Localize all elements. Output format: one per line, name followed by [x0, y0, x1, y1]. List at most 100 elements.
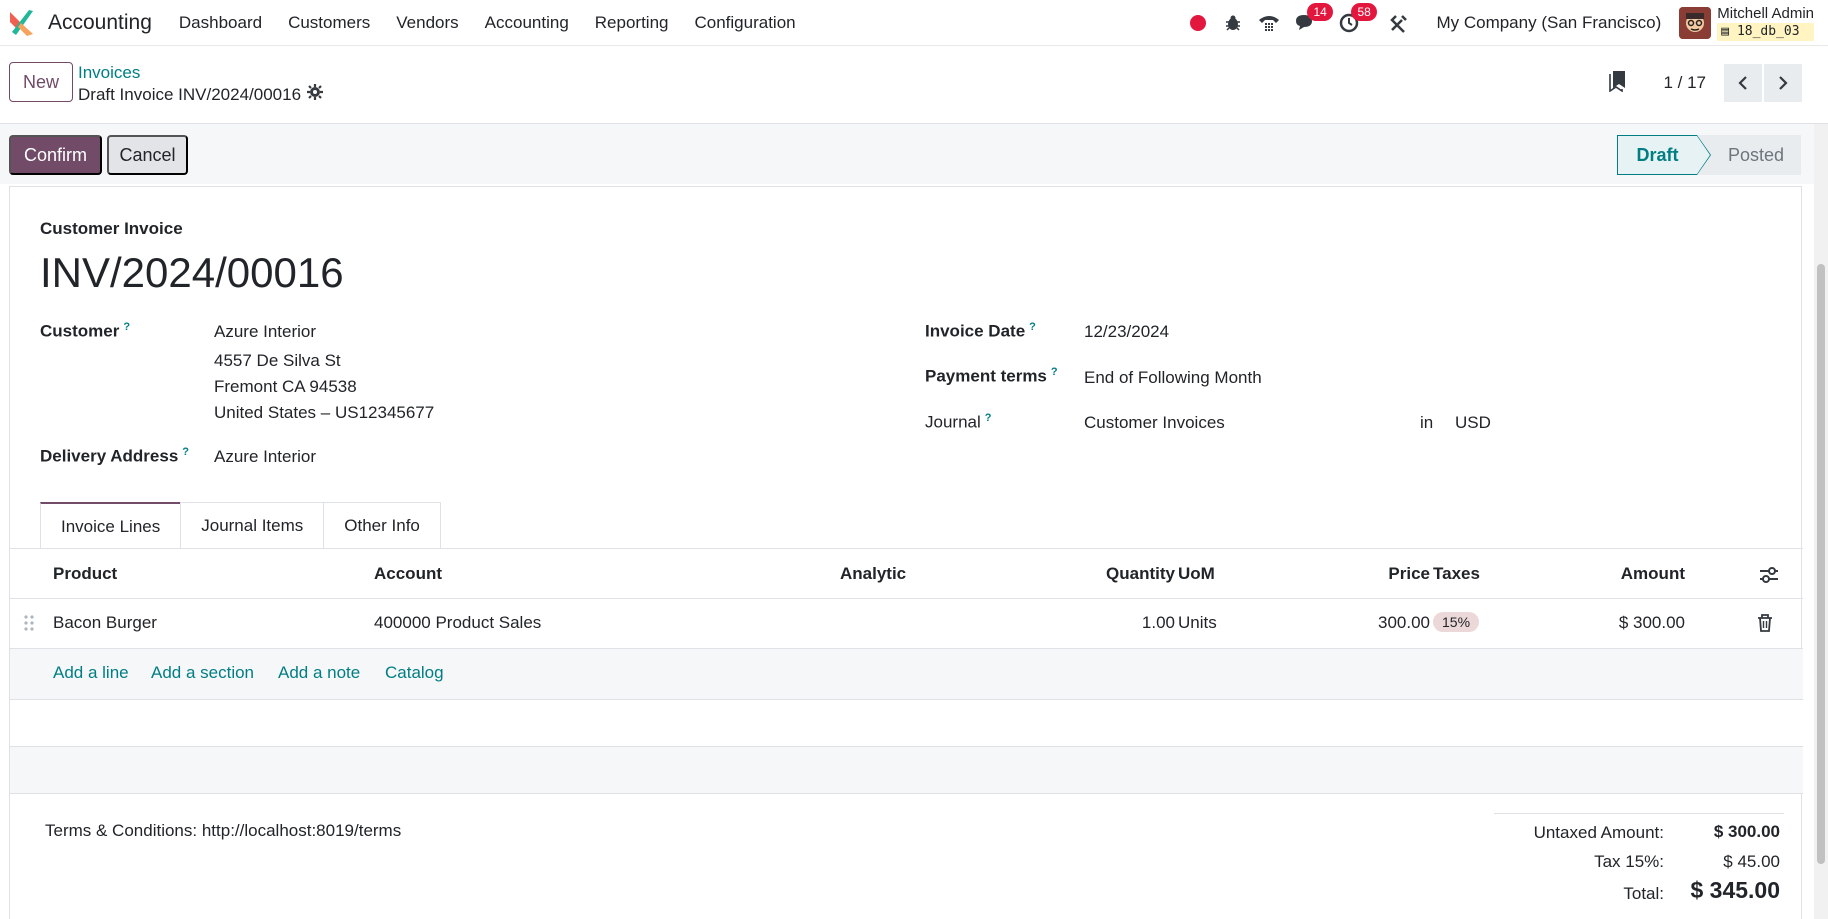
- tools-icon[interactable]: [1388, 12, 1410, 34]
- pager-previous-button[interactable]: [1724, 64, 1762, 102]
- untaxed-amount-value: $ 300.00: [1713, 822, 1780, 841]
- total-value: $ 345.00: [1690, 877, 1780, 903]
- menu-accounting[interactable]: Accounting: [472, 13, 582, 33]
- column-price[interactable]: Price: [1330, 564, 1430, 584]
- column-taxes[interactable]: Taxes: [1433, 564, 1480, 584]
- chevron-left-icon: [1738, 76, 1747, 90]
- pager-value[interactable]: 1 / 17: [1663, 73, 1706, 93]
- delivery-address-field[interactable]: Azure Interior: [214, 447, 316, 467]
- debug-bug-icon[interactable]: [1222, 12, 1244, 34]
- cell-quantity[interactable]: 1.00: [1090, 613, 1175, 633]
- column-uom[interactable]: UoM: [1178, 564, 1215, 584]
- status-posted-label: Posted: [1727, 144, 1785, 165]
- help-icon[interactable]: ?: [182, 446, 189, 458]
- column-quantity[interactable]: Quantity: [1090, 564, 1175, 584]
- status-posted[interactable]: Posted: [1697, 135, 1801, 175]
- cell-account[interactable]: 400000 Product Sales: [374, 613, 541, 633]
- currency-field[interactable]: USD: [1455, 413, 1491, 433]
- untaxed-amount-label: Untaxed Amount:: [1533, 823, 1664, 842]
- status-draft-label: Draft: [1636, 144, 1679, 165]
- customer-address-line: Fremont CA 94538: [214, 377, 357, 396]
- cancel-button[interactable]: Cancel: [107, 135, 188, 175]
- help-icon[interactable]: ?: [985, 412, 992, 424]
- cell-uom[interactable]: Units: [1178, 613, 1217, 633]
- chat-icon[interactable]: 14: [1294, 3, 1333, 34]
- database-icon: ▤: [1721, 24, 1730, 39]
- form-action-bar: Confirm Cancel Draft Posted: [0, 124, 1828, 184]
- activity-clock-icon[interactable]: 58: [1338, 3, 1377, 34]
- menu-vendors[interactable]: Vendors: [383, 13, 471, 33]
- menu-configuration[interactable]: Configuration: [682, 13, 809, 33]
- journal-label: Journal?: [925, 412, 992, 433]
- user-name: Mitchell Admin: [1717, 5, 1814, 22]
- empty-row: [10, 699, 1803, 746]
- breadcrumb-invoices[interactable]: Invoices: [78, 63, 140, 83]
- cell-product[interactable]: Bacon Burger: [53, 613, 157, 633]
- help-icon[interactable]: ?: [1029, 321, 1036, 333]
- add-line-link[interactable]: Add a line: [53, 663, 129, 683]
- control-panel: New Invoices Draft Invoice INV/2024/0001…: [0, 46, 1828, 124]
- help-icon[interactable]: ?: [1051, 366, 1058, 378]
- add-note-link[interactable]: Add a note: [278, 663, 360, 683]
- cell-price[interactable]: 300.00: [1330, 613, 1430, 633]
- top-navbar: Accounting Dashboard Customers Vendors A…: [0, 0, 1828, 46]
- invoice-date-field[interactable]: 12/23/2024: [1084, 322, 1169, 342]
- confirm-button[interactable]: Confirm: [9, 135, 102, 175]
- help-icon[interactable]: ?: [123, 321, 130, 333]
- journal-label-text: Journal: [925, 412, 981, 432]
- recording-indicator-icon[interactable]: [1190, 15, 1207, 31]
- trash-icon[interactable]: [1757, 614, 1773, 637]
- user-avatar[interactable]: [1679, 7, 1712, 39]
- journal-in-text: in: [1420, 413, 1434, 432]
- table-bottom-divider: [10, 793, 1803, 794]
- drag-handle-icon[interactable]: [24, 614, 34, 637]
- new-button[interactable]: New: [9, 62, 73, 102]
- menu-reporting[interactable]: Reporting: [582, 13, 682, 33]
- customer-label: Customer?: [40, 321, 130, 342]
- journal-field[interactable]: Customer Invoices: [1084, 413, 1225, 433]
- tab-journal-items[interactable]: Journal Items: [180, 502, 325, 549]
- column-product[interactable]: Product: [53, 564, 117, 584]
- menu-customers[interactable]: Customers: [275, 13, 383, 33]
- page-scrollbar[interactable]: [1814, 124, 1828, 919]
- column-analytic[interactable]: Analytic: [840, 564, 906, 584]
- table-header-divider: [10, 598, 1803, 599]
- optional-columns-icon[interactable]: [1759, 566, 1779, 589]
- tax-badge[interactable]: 15%: [1433, 612, 1480, 632]
- tax-value: $ 45.00: [1723, 852, 1780, 871]
- bookmarks-icon[interactable]: [1609, 70, 1627, 97]
- scrollbar-thumb[interactable]: [1817, 264, 1825, 864]
- catalog-link[interactable]: Catalog: [385, 663, 444, 683]
- user-menu[interactable]: Mitchell Admin ▤ 18_db_03: [1717, 5, 1814, 41]
- chat-count-badge: 14: [1307, 3, 1333, 21]
- database-name: ▤ 18_db_03: [1717, 23, 1814, 41]
- form-tabs: Invoice Lines Journal Items Other Info: [40, 502, 441, 549]
- payment-terms-field[interactable]: End of Following Month: [1084, 368, 1262, 388]
- phone-icon[interactable]: [1258, 12, 1280, 34]
- delivery-address-label-text: Delivery Address: [40, 446, 179, 466]
- pager-next-button[interactable]: [1764, 64, 1802, 102]
- navbar-systray: 14 58 My Company (San Francisco) Mitchel…: [1190, 0, 1828, 46]
- status-draft[interactable]: Draft: [1617, 135, 1711, 175]
- customer-field[interactable]: Azure Interior: [214, 322, 316, 342]
- gear-icon[interactable]: [307, 84, 324, 105]
- terms-and-conditions[interactable]: Terms & Conditions: http://localhost:801…: [45, 821, 401, 841]
- database-name-text: 18_db_03: [1736, 24, 1800, 39]
- tab-other-info[interactable]: Other Info: [323, 502, 441, 549]
- empty-row: [10, 746, 1803, 793]
- breadcrumb-current-label: Draft Invoice INV/2024/00016: [78, 84, 302, 104]
- menu-dashboard[interactable]: Dashboard: [166, 13, 275, 33]
- invoice-date-label: Invoice Date?: [925, 321, 1036, 342]
- tab-invoice-lines[interactable]: Invoice Lines: [40, 502, 182, 549]
- app-name[interactable]: Accounting: [48, 11, 152, 35]
- main-menu: Dashboard Customers Vendors Accounting R…: [166, 13, 809, 33]
- column-account[interactable]: Account: [374, 564, 442, 584]
- invoice-number: INV/2024/00016: [40, 249, 344, 296]
- chevron-right-icon: [1779, 76, 1788, 90]
- payment-terms-label: Payment terms?: [925, 366, 1058, 387]
- column-amount[interactable]: Amount: [1600, 564, 1685, 584]
- pager: 1 / 17: [1609, 64, 1828, 102]
- company-switcher[interactable]: My Company (San Francisco): [1436, 13, 1661, 33]
- accounting-app-icon[interactable]: [7, 8, 37, 38]
- add-section-link[interactable]: Add a section: [151, 663, 254, 683]
